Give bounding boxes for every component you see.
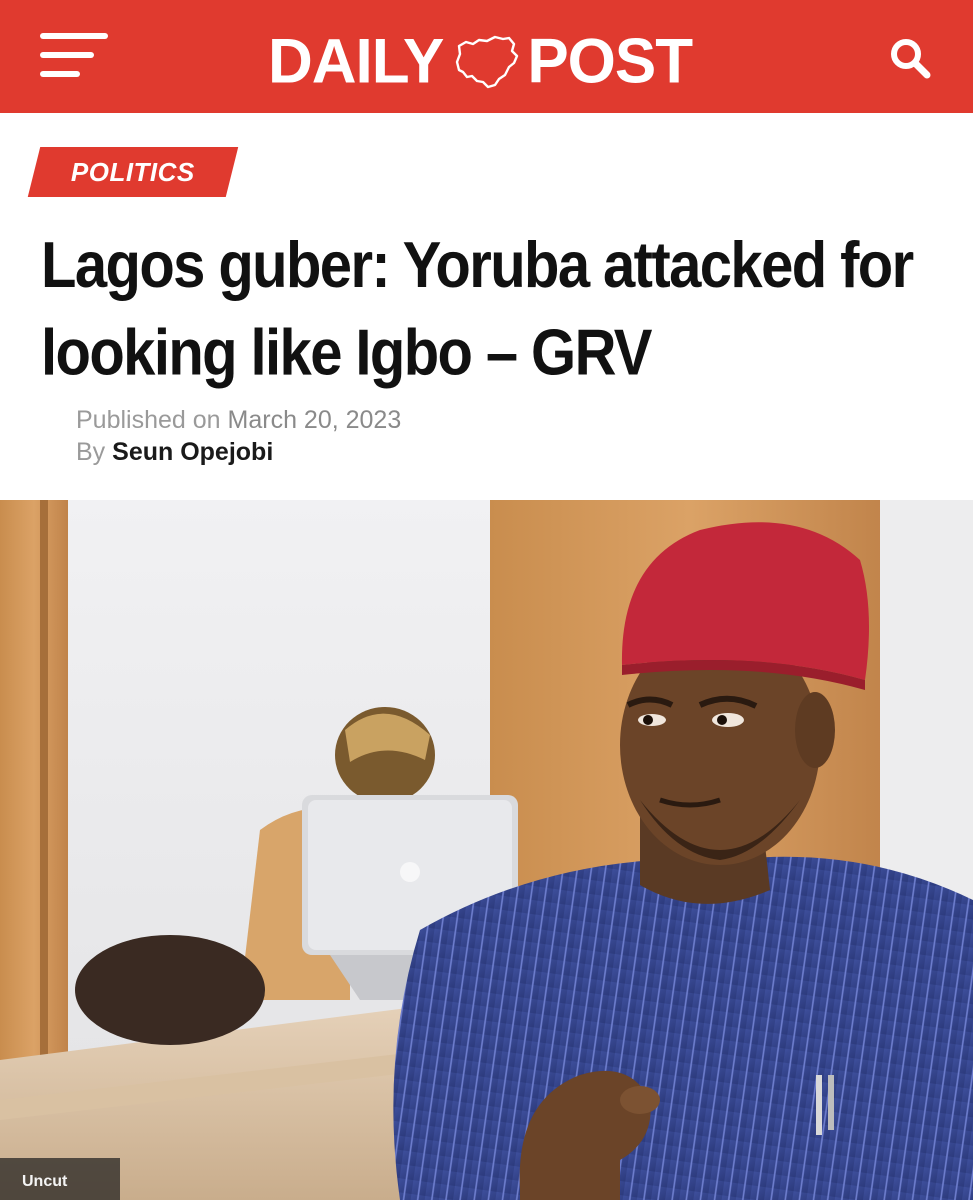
search-icon[interactable] [888, 36, 934, 82]
by-label: By [76, 438, 106, 466]
byline: By Seun Opejobi [76, 436, 401, 468]
article-featured-image: Uncut [0, 500, 973, 1200]
logo-text-post: POST [527, 26, 693, 97]
logo-text-daily: DAILY [268, 26, 444, 97]
hamburger-menu-icon[interactable] [40, 33, 110, 79]
category-label: POLITICS [71, 156, 195, 187]
featured-photo-illustration: Uncut [0, 500, 973, 1200]
publish-info: Published on March 20, 2023 [76, 404, 401, 436]
article-title-line-1: Lagos guber: Yoruba attacked for [41, 228, 914, 302]
published-label: Published on [76, 406, 221, 434]
site-header: DAILY POST [0, 0, 973, 113]
article-title-line-2: looking like Igbo – GRV [41, 316, 653, 389]
article-meta: Published on March 20, 2023 By Seun Opej… [76, 404, 401, 468]
category-badge[interactable]: POLITICS [27, 147, 239, 197]
author-link[interactable]: Seun Opejobi [112, 438, 273, 466]
nigeria-map-icon [456, 35, 519, 89]
article-title: Lagos guber: Yoruba attacked for looking… [41, 222, 941, 397]
photo-watermark: Uncut [22, 1173, 68, 1190]
site-logo[interactable]: DAILY POST [268, 26, 708, 97]
published-date: March 20, 2023 [227, 406, 402, 434]
